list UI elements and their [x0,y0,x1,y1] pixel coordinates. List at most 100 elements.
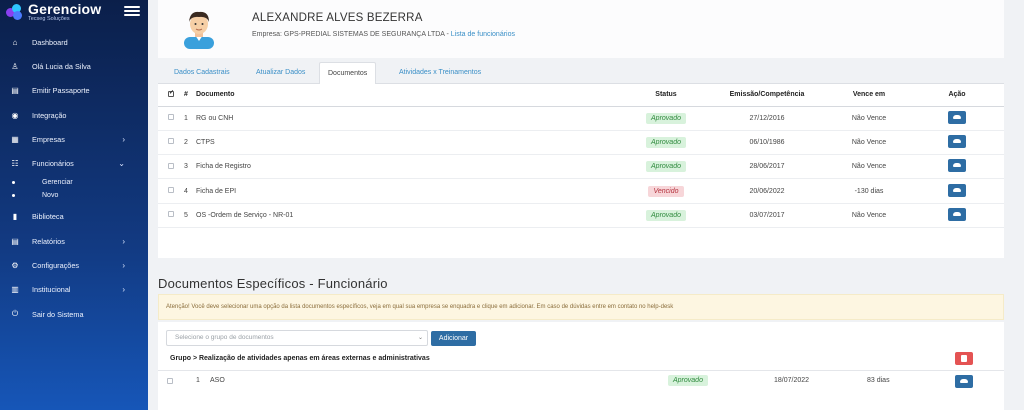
sidebar-item-relatorios[interactable]: ▤ Relatórios › [0,229,148,253]
sidebar-item-ola-lucia-da-silva[interactable]: ♙ Olá Lucia da Silva [0,54,148,78]
row-expires: Não Vence [828,106,910,131]
chevron-right-icon: › [122,285,125,295]
row-checkbox[interactable] [168,187,174,194]
table-row: 4 Ficha de EPI Vencido 20/06/2022 -130 d… [158,178,1004,204]
upload-button[interactable] [948,207,966,221]
employee-name: ALEXANDRE ALVES BEZERRA [252,12,423,24]
sidebar-item-integracao[interactable]: ◉ Integração [0,103,148,127]
select-placeholder: Selecione o grupo de documentos [175,334,274,341]
documents-panel: # Documento Status Emissão/Competência V… [158,84,1004,258]
briefcase-icon: ▦ [11,134,19,144]
divider [158,370,1004,371]
document-group-select[interactable]: Selecione o grupo de documentos ⌄ [166,330,428,346]
row-emission: 20/06/2022 [706,178,828,204]
upload-button[interactable] [948,110,966,124]
col-document: Documento [196,84,626,107]
row-expires: -130 dias [828,178,910,204]
report-icon: ▤ [11,236,19,246]
table-row: 1 ASO Aprovado 18/07/2022 83 dias [158,374,1004,394]
file-icon: ▤ [11,86,19,96]
brand[interactable]: Gerenciow Tecseg Soluções [0,0,148,24]
employee-list-link[interactable]: Lista de funcionários [451,31,515,38]
row-checkbox[interactable] [167,378,173,384]
sidebar-subitem-label: Gerenciar [42,178,73,186]
upload-button[interactable] [948,159,966,173]
col-expires: Vence em [828,84,910,107]
tab-documentos[interactable]: Documentos [319,62,377,85]
col-num: # [184,84,196,107]
sidebar-subitem-gerenciar[interactable]: Gerenciar [0,176,148,189]
add-button[interactable]: Adicionar [431,331,476,346]
documents-table: # Documento Status Emissão/Competência V… [158,84,1004,228]
warning-alert: Atenção! Você deve selecionar uma opção … [158,294,1004,320]
chevron-down-icon: ⌄ [417,335,423,341]
sidebar-item-emitir-passaporte[interactable]: ▤ Emitir Passaporte [0,79,148,103]
upload-button[interactable] [948,134,966,148]
sidebar-item-sair-do-sistema[interactable]: ⏻ Sair do Sistema [0,302,148,326]
sidebar: Gerenciow Tecseg Soluções ⌂ Dashboard ♙ O… [0,0,148,410]
upload-button[interactable] [955,375,973,388]
brand-name: Gerenciow [28,0,102,17]
logo-icon [6,3,24,21]
status-badge: Aprovado [646,209,686,221]
specific-documents-title: Documentos Específicos - Funcionário [158,276,388,291]
sidebar-item-label: Empresas [32,134,65,144]
row-document: Ficha de EPI [196,178,626,204]
company-label: Empresa: GPS-PREDIAL SISTEMAS DE SEGURAN… [252,31,451,38]
tabs: Dados Cadastrais Atualizar Dados Documen… [158,62,1004,85]
select-all-checkbox[interactable] [168,89,174,97]
tab-atividades-treinamentos[interactable]: Atividades x Treinamentos [391,62,489,84]
sidebar-menu: ⌂ Dashboard ♙ Olá Lucia da Silva ▤ Emitir … [0,30,148,326]
table-header-row: # Documento Status Emissão/Competência V… [158,84,1004,107]
table-row: 3 Ficha de Registro Aprovado 28/06/2017 … [158,154,1004,180]
status-badge: Aprovado [646,136,686,148]
specific-documents-panel: Selecione o grupo de documentos ⌄ Adicio… [158,322,1004,410]
sidebar-item-funcionarios[interactable]: ☷ Funcionários ⌄ [0,151,148,175]
sidebar-item-label: Emitir Passaporte [32,86,90,96]
row-expires: Não Vence [828,154,910,180]
status-badge: Aprovado [668,375,708,386]
profile-header: ALEXANDRE ALVES BEZERRA Empresa: GPS-PRE… [158,0,1004,58]
hamburger-menu-icon[interactable] [124,4,140,18]
row-checkbox[interactable] [168,138,174,145]
sidebar-item-label: Funcionários [32,159,74,169]
delete-group-button[interactable] [955,352,973,365]
row-document: ASO [210,377,225,384]
row-number: 4 [184,178,196,204]
home-icon: ⌂ [12,37,18,47]
sidebar-item-biblioteca[interactable]: ▮ Biblioteca [0,205,148,229]
sidebar-subitem-novo[interactable]: Novo [0,189,148,202]
status-badge: Aprovado [646,161,686,173]
sidebar-item-institucional[interactable]: ▥ Institucional › [0,278,148,302]
row-checkbox[interactable] [168,211,174,218]
upload-button[interactable] [948,183,966,197]
row-number: 5 [184,203,196,228]
col-emission: Emissão/Competência [706,84,828,107]
bullet-icon [12,193,15,197]
sidebar-item-label: Configurações [32,261,80,271]
sidebar-item-label: Biblioteca [32,212,64,222]
tab-atualizar-dados[interactable]: Atualizar Dados [248,62,313,84]
tab-dados-cadastrais[interactable]: Dados Cadastrais [166,62,238,84]
sidebar-item-label: Dashboard [32,37,68,47]
sidebar-item-label: Integração [32,110,67,120]
brand-subtitle: Tecseg Soluções [28,15,70,22]
main-content: ALEXANDRE ALVES BEZERRA Empresa: GPS-PRE… [148,0,1024,410]
row-number: 1 [196,377,200,384]
sidebar-item-dashboard[interactable]: ⌂ Dashboard [0,30,148,54]
row-emission: 28/06/2017 [706,154,828,180]
bullet-icon [12,180,15,184]
sidebar-subitem-label: Novo [42,191,59,199]
status-badge: Aprovado [646,112,686,124]
row-document: OS -Ordem de Serviço - NR-01 [196,203,626,228]
col-status: Status [626,84,706,107]
sidebar-item-label: Sair do Sistema [32,309,84,319]
building-icon: ▥ [11,285,19,295]
sidebar-item-empresas[interactable]: ▦ Empresas › [0,127,148,151]
col-action: Ação [910,84,1004,107]
sidebar-item-configuracoes[interactable]: ⚙ Configurações › [0,253,148,277]
row-checkbox[interactable] [168,162,174,169]
user-icon: ♙ [11,61,19,71]
group-label: Grupo > Realização de atividades apenas … [170,355,430,362]
row-checkbox[interactable] [168,114,174,121]
